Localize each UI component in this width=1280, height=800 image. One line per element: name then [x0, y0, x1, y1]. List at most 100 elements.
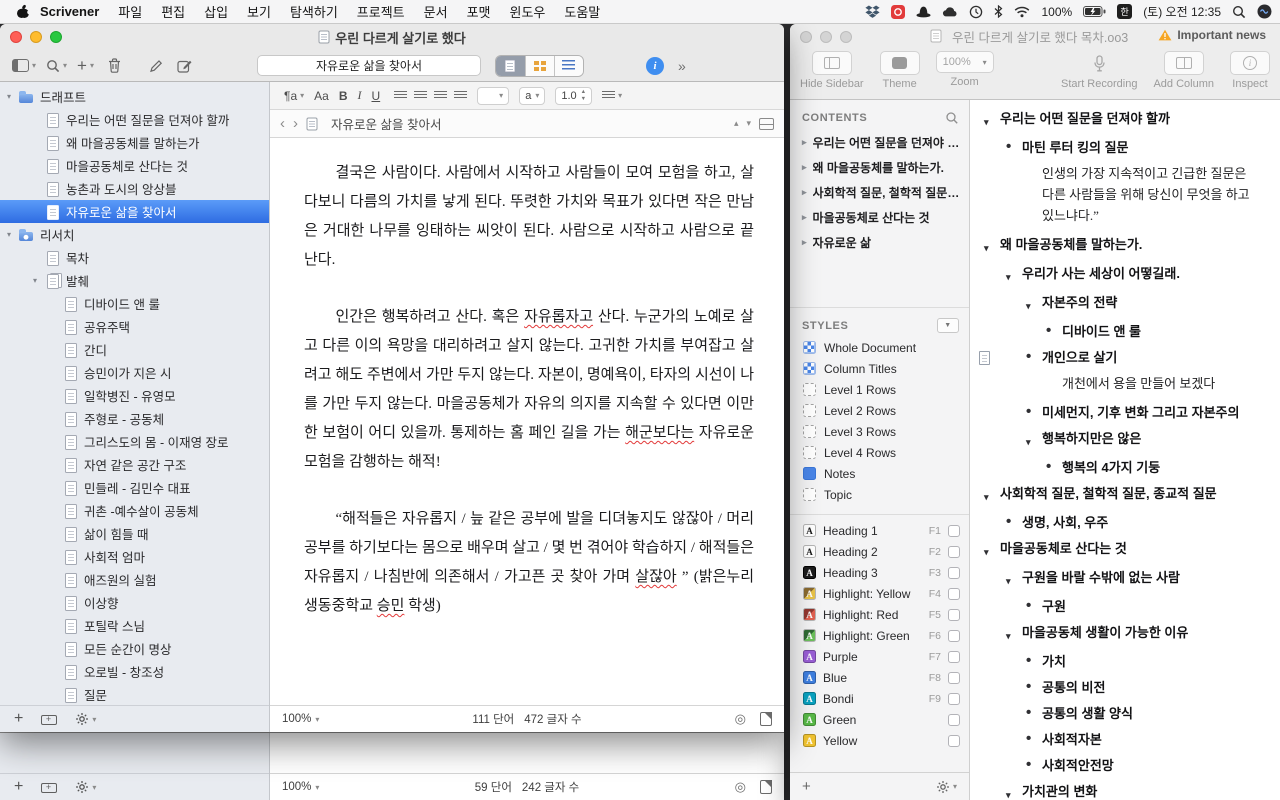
start-recording-button[interactable]: Start Recording	[1061, 51, 1137, 90]
battery-icon[interactable]	[1083, 6, 1106, 17]
list-dropdown[interactable]: ▾	[602, 91, 622, 100]
style-checkbox[interactable]	[948, 587, 960, 600]
outline-row[interactable]: • 미세먼지, 기후 변화 그리고 자본주의	[970, 400, 1280, 426]
binder-item[interactable]: 오로빌 - 창조성	[0, 660, 269, 683]
annotate-button[interactable]	[149, 59, 163, 73]
named-style-item[interactable]: A Bondi F9	[790, 688, 969, 709]
toolbar-overflow-button[interactable]: »	[678, 58, 686, 74]
bluetooth-icon[interactable]	[994, 5, 1003, 18]
row-marker-icon[interactable]: ▾	[984, 236, 1000, 257]
outline-row[interactable]: • 가치	[970, 649, 1280, 675]
menu-format[interactable]: 포맷	[467, 2, 491, 21]
zoom-control[interactable]: 100% ▾ Zoom	[935, 51, 994, 88]
style-item[interactable]: Level 4 Rows	[790, 442, 969, 463]
outline-row[interactable]: ▾ 우리는 어떤 질문을 던져야 할까	[970, 106, 1280, 135]
contents-item[interactable]: ▸ 마을공동체로 산다는 것	[790, 205, 969, 230]
style-item[interactable]: Notes	[790, 463, 969, 484]
align-left-icon[interactable]	[394, 91, 408, 100]
menu-view[interactable]: 보기	[247, 2, 271, 21]
outline-row[interactable]: • 개인으로 살기	[970, 345, 1280, 371]
add-style-button[interactable]: +	[802, 778, 811, 795]
close-button[interactable]	[800, 31, 812, 43]
named-style-item[interactable]: A Heading 2 F2	[790, 541, 969, 562]
typewriter-scroll-icon[interactable]: ◎	[735, 711, 746, 727]
style-item[interactable]: Topic	[790, 484, 969, 505]
menu-window[interactable]: 윈도우	[509, 2, 545, 21]
apple-menu[interactable]	[16, 4, 30, 20]
outline-row[interactable]: ▾ 마을공동체 생활이 가능한 이유	[970, 620, 1280, 649]
style-dropdown[interactable]: ¶a ▾	[284, 89, 304, 103]
row-marker-icon[interactable]: •	[1026, 598, 1042, 614]
style-checkbox[interactable]	[948, 650, 960, 663]
menu-app-name[interactable]: Scrivener	[40, 4, 99, 19]
binder-item[interactable]: 주형로 - 공동체	[0, 407, 269, 430]
outline-row[interactable]: • 사회적자본	[970, 727, 1280, 753]
font-button[interactable]: Aa	[314, 89, 329, 103]
disclosure-triangle-icon[interactable]: ▸	[802, 137, 807, 148]
menu-navigate[interactable]: 탐색하기	[290, 2, 338, 21]
named-style-item[interactable]: A Green	[790, 709, 969, 730]
outline-row[interactable]: ▾ 우리가 사는 세상이 어떻길래.	[970, 261, 1280, 290]
binder-item[interactable]: 공유주택	[0, 315, 269, 338]
outline-row[interactable]: ▾ 행복하지만은 않은	[970, 426, 1280, 455]
style-item[interactable]: Level 2 Rows	[790, 400, 969, 421]
named-style-item[interactable]: A Highlight: Green F6	[790, 625, 969, 646]
style-item[interactable]: Column Titles	[790, 358, 969, 379]
editor-text-area[interactable]: 결국은 사람이다. 사람에서 시작하고 사람들이 모여 모험을 하고, 살다보니…	[270, 138, 784, 705]
named-style-item[interactable]: A Purple F7	[790, 646, 969, 667]
input-source-icon[interactable]: 한	[1117, 4, 1133, 19]
outline-row[interactable]: ▾ 자본주의 전략	[970, 290, 1280, 319]
view-outline-segment[interactable]	[553, 55, 583, 76]
split-editor-button[interactable]	[759, 117, 774, 130]
row-marker-icon[interactable]: •	[1006, 139, 1022, 155]
binder-item[interactable]: 농촌과 도시의 앙상블	[0, 177, 269, 200]
outline-row[interactable]: • 행복의 4가지 기둥	[970, 455, 1280, 481]
style-checkbox[interactable]	[948, 671, 960, 684]
add-folder-button[interactable]	[41, 781, 58, 793]
quick-reference-icon[interactable]	[760, 712, 772, 726]
italic-button[interactable]: I	[358, 88, 362, 103]
zoom-dropdown[interactable]: 100% ▾	[282, 713, 319, 725]
minimize-button[interactable]	[820, 31, 832, 43]
theme-button[interactable]: Theme	[879, 51, 920, 90]
outline-row[interactable]: • 사회적안전망	[970, 753, 1280, 779]
binder-item[interactable]: ▾ 리서치	[0, 223, 269, 246]
add-folder-button[interactable]	[41, 713, 58, 725]
row-marker-icon[interactable]: ▾	[984, 540, 1000, 561]
add-document-button[interactable]: +	[14, 711, 23, 727]
row-marker-icon[interactable]: ▾	[1006, 569, 1022, 590]
binder-item[interactable]: 사회적 엄마	[0, 545, 269, 568]
menu-documents[interactable]: 문서	[424, 2, 448, 21]
binder-item[interactable]: 디바이드 앤 룰	[0, 292, 269, 315]
binder-item[interactable]: 민들레 - 김민수 대표	[0, 476, 269, 499]
red-app-icon[interactable]	[891, 4, 906, 19]
binder-item[interactable]: 삶이 힘들 때	[0, 522, 269, 545]
style-item[interactable]: Level 1 Rows	[790, 379, 969, 400]
outline-row[interactable]: • 디바이드 앤 룰	[970, 319, 1280, 345]
hat-app-icon[interactable]	[916, 5, 931, 18]
document-title-field[interactable]: 자유로운 삶을 찾아서	[256, 55, 481, 76]
outline-row[interactable]: ▾ 가치관의 변화	[970, 779, 1280, 800]
style-checkbox[interactable]	[948, 608, 960, 621]
row-marker-icon[interactable]: ▾	[1006, 783, 1022, 800]
contents-item[interactable]: ▸ 사회학적 질문, 철학적 질문, …	[790, 180, 969, 205]
previous-document-button[interactable]: ▴	[734, 118, 739, 129]
row-marker-icon[interactable]: •	[1046, 323, 1062, 339]
binder-gear-button[interactable]: ▾	[75, 712, 96, 726]
row-marker-icon[interactable]: ▾	[984, 110, 1000, 131]
binder-item[interactable]: 애즈원의 실험	[0, 568, 269, 591]
binder-gear-button[interactable]: ▾	[75, 780, 96, 794]
binder-item[interactable]: 마을공동체로 산다는 것	[0, 154, 269, 177]
time-machine-icon[interactable]	[969, 5, 983, 19]
contents-item[interactable]: ▸ 자유로운 삶	[790, 230, 969, 255]
row-marker-icon[interactable]: ▾	[1026, 430, 1042, 451]
outline-row[interactable]: ▾ 구원을 바랄 수밖에 없는 사람	[970, 565, 1280, 594]
highlight-color-dropdown[interactable]: a ▾	[519, 86, 546, 105]
binder-item[interactable]: 왜 마을공동체를 말하는가	[0, 131, 269, 154]
outline-row[interactable]: • 구원	[970, 594, 1280, 620]
row-marker-icon[interactable]: •	[1026, 757, 1042, 773]
search-button[interactable]: ▾	[46, 59, 67, 73]
forward-button[interactable]: ›	[293, 116, 298, 131]
binder-item[interactable]: 귀촌 -예수살이 공동체	[0, 499, 269, 522]
style-checkbox[interactable]	[948, 692, 960, 705]
